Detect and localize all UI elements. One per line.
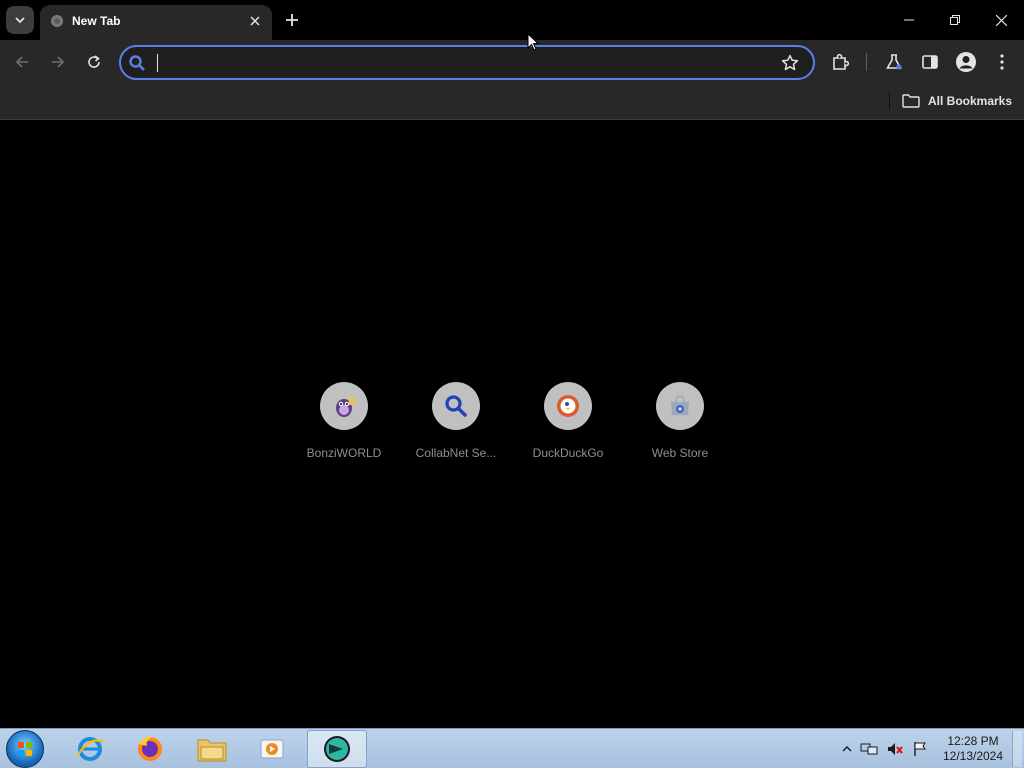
volume-muted-icon[interactable] xyxy=(886,741,904,757)
shortcut-icon-circle xyxy=(656,382,704,430)
tab-close-button[interactable] xyxy=(246,12,264,30)
minimize-icon xyxy=(904,19,914,21)
back-button[interactable] xyxy=(8,48,36,76)
folder-icon xyxy=(902,94,920,108)
media-player-icon xyxy=(260,739,284,759)
text-caret xyxy=(157,54,158,72)
close-icon xyxy=(250,16,260,26)
flask-icon xyxy=(886,54,902,70)
arrow-left-icon xyxy=(15,56,28,68)
forward-button[interactable] xyxy=(44,48,72,76)
new-tab-button[interactable] xyxy=(280,8,304,32)
system-tray xyxy=(842,729,928,768)
taskbar-browser[interactable] xyxy=(307,730,367,768)
clock-date: 12/13/2024 xyxy=(942,749,1004,763)
shortcut-label: Web Store xyxy=(651,446,709,460)
profile-button[interactable] xyxy=(952,48,980,76)
globe-icon xyxy=(51,15,63,27)
reload-icon xyxy=(88,55,100,68)
toolbar-divider xyxy=(866,53,867,71)
taskbar: 12:28 PM 12/13/2024 xyxy=(0,728,1024,768)
all-bookmarks-label: All Bookmarks xyxy=(928,94,1013,108)
browser-icon xyxy=(324,736,350,762)
show-hidden-icons-icon[interactable] xyxy=(842,744,852,754)
duckduckgo-icon xyxy=(557,395,579,417)
minimize-button[interactable] xyxy=(886,0,932,40)
restore-button[interactable] xyxy=(932,0,978,40)
start-button[interactable] xyxy=(6,730,44,768)
shortcut-tile[interactable]: CollabNet Se... xyxy=(400,380,512,470)
puzzle-icon xyxy=(833,53,849,70)
taskbar-internet-explorer[interactable] xyxy=(60,730,120,768)
menu-button[interactable] xyxy=(988,48,1016,76)
shortcut-tile[interactable]: DuckDuckGo xyxy=(512,380,624,470)
shortcut-icon-circle xyxy=(544,382,592,430)
webstore-icon xyxy=(671,395,689,415)
network-icon[interactable] xyxy=(860,741,878,757)
arrow-right-icon xyxy=(52,56,65,68)
close-window-button[interactable] xyxy=(978,0,1024,40)
close-icon xyxy=(995,14,1007,26)
firefox-icon xyxy=(138,736,162,761)
chevron-down-icon xyxy=(15,17,25,24)
address-bar[interactable] xyxy=(119,45,815,80)
shortcut-icon-circle xyxy=(432,382,480,430)
file-explorer-icon xyxy=(197,739,227,762)
all-bookmarks-button[interactable]: All Bookmarks xyxy=(902,90,1012,112)
shortcut-tile[interactable]: Web Store xyxy=(624,380,736,470)
labs-button[interactable] xyxy=(880,48,908,76)
windows-logo-icon xyxy=(18,742,32,756)
bonzi-icon xyxy=(336,397,355,417)
reload-button[interactable] xyxy=(80,48,108,76)
tab-strip: New Tab xyxy=(0,0,1024,40)
shortcut-tile[interactable]: BonziWORLD xyxy=(288,380,400,470)
taskbar-file-explorer[interactable] xyxy=(182,730,242,768)
tab-title: New Tab xyxy=(72,14,121,28)
side-panel-button[interactable] xyxy=(916,48,944,76)
star-icon[interactable] xyxy=(781,54,799,72)
kebab-menu-icon xyxy=(1000,54,1004,70)
taskbar-firefox[interactable] xyxy=(120,730,180,768)
plus-icon xyxy=(286,14,298,26)
clock-time: 12:28 PM xyxy=(947,734,999,748)
tab-new-tab[interactable]: New Tab xyxy=(40,5,272,40)
avatar-icon xyxy=(956,52,976,72)
mouse-cursor-icon xyxy=(527,33,539,51)
bookmarks-divider xyxy=(889,92,890,110)
new-tab-page: BonziWORLD CollabNet Se... DuckDuckGo We… xyxy=(0,121,1024,728)
tab-search-button[interactable] xyxy=(6,6,34,34)
shortcut-label: DuckDuckGo xyxy=(532,446,604,460)
search-icon xyxy=(129,55,145,71)
side-panel-icon xyxy=(922,55,938,69)
address-input[interactable] xyxy=(155,53,765,73)
shortcut-label: BonziWORLD xyxy=(306,446,382,460)
taskbar-clock[interactable]: 12:28 PM 12/13/2024 xyxy=(940,734,1006,764)
action-center-flag-icon[interactable] xyxy=(912,741,928,757)
extensions-button[interactable] xyxy=(826,48,854,76)
internet-explorer-icon xyxy=(77,737,104,761)
search-icon xyxy=(445,395,467,417)
restore-icon xyxy=(950,15,960,25)
shortcut-label: CollabNet Se... xyxy=(415,446,497,460)
taskbar-media-player[interactable] xyxy=(242,730,302,768)
show-desktop-button[interactable] xyxy=(1012,731,1022,767)
shortcut-icon-circle xyxy=(320,382,368,430)
toolbar xyxy=(0,40,1024,84)
bookmarks-bar: All Bookmarks xyxy=(0,84,1024,120)
